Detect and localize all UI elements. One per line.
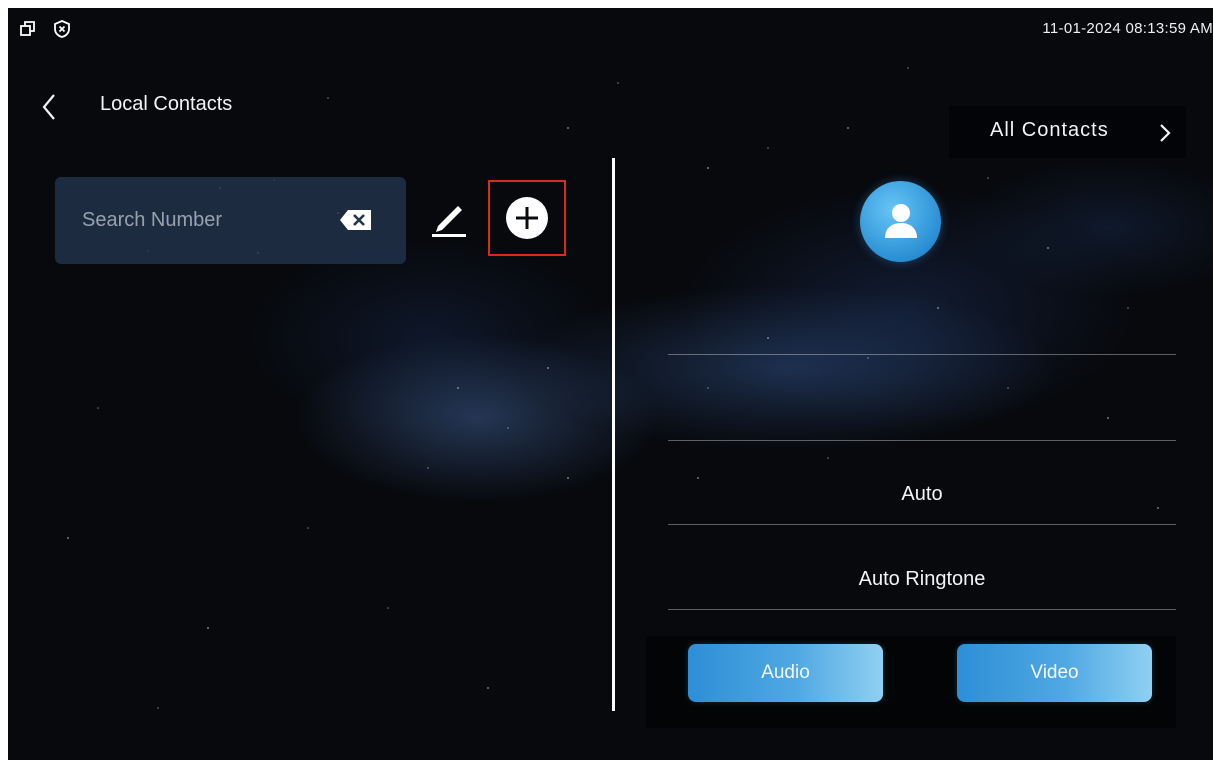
pencil-edit-icon [432,206,466,237]
search-box [55,177,406,264]
field-separator [668,354,1176,355]
ringtone-value[interactable]: Auto Ringtone [668,568,1176,591]
all-contacts-filter[interactable]: All Contacts [949,106,1186,158]
contact-avatar [860,181,941,262]
call-actions-bar: Audio Video [646,636,1176,728]
device-setting-value[interactable]: Auto [668,483,1176,506]
status-datetime: 11-01-2024 08:13:59 AM [1042,20,1213,37]
field-separator [668,609,1176,610]
field-separator [668,440,1176,441]
back-button[interactable] [36,90,64,124]
backspace-clear-icon [340,210,371,230]
chevron-right-icon [1156,120,1174,146]
audio-call-button[interactable]: Audio [688,644,883,702]
panel-divider [612,158,615,711]
filter-label: All Contacts [990,119,1109,141]
device-screen: 11-01-2024 08:13:59 AM Local Contacts Se… [8,8,1213,760]
video-call-button[interactable]: Video [957,644,1152,702]
add-contact-highlight [488,180,566,256]
edit-button[interactable] [428,198,470,238]
chevron-left-icon [42,94,55,120]
plus-circle-icon [506,197,548,239]
person-avatar-icon [885,204,917,238]
field-separator [668,524,1176,525]
page-title: Local Contacts [100,93,233,115]
search-input[interactable] [82,205,322,235]
shield-close-icon [52,19,72,39]
clear-button[interactable] [339,209,373,231]
window-restore-icon [18,19,38,39]
add-contact-button[interactable] [505,196,549,240]
